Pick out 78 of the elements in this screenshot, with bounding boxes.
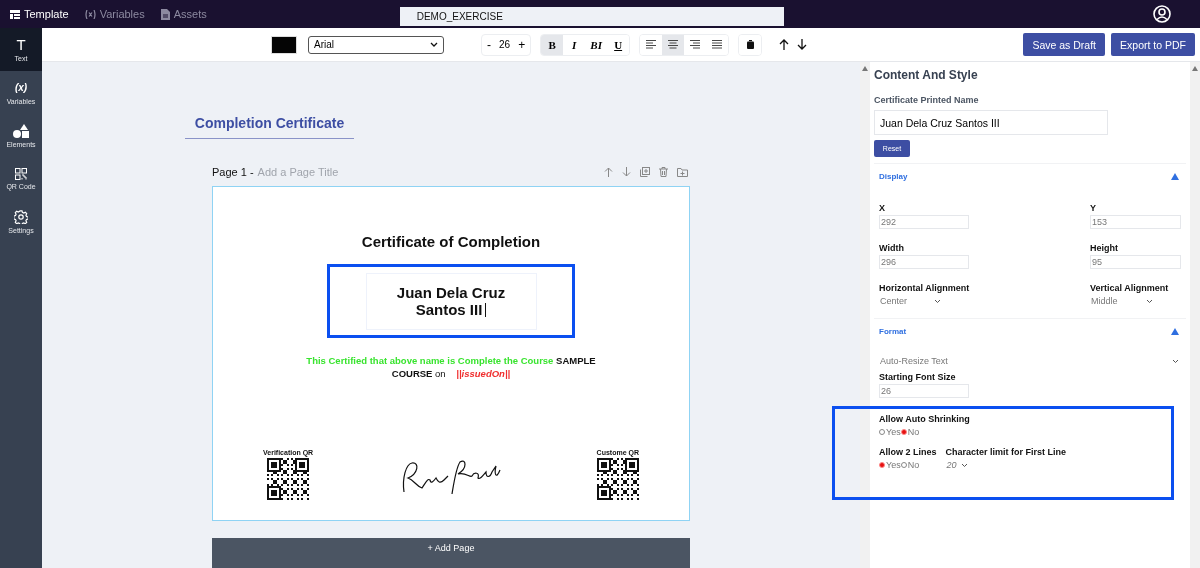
radio-option[interactable]: No (900, 427, 920, 437)
chevron-down-icon (1145, 298, 1153, 304)
duplicate-icon[interactable] (640, 167, 650, 177)
field-label: Vertical Alignment (1090, 283, 1169, 293)
shapes-icon (13, 123, 29, 138)
align-icon (712, 40, 723, 49)
nav-tab[interactable]: Variables (82, 6, 147, 22)
name-text-box[interactable]: Juan Dela Cruz Santos III (365, 272, 537, 330)
chevron-down-icon (960, 462, 968, 468)
decrease-button[interactable]: - (487, 37, 491, 52)
qr-code (596, 458, 639, 501)
layout-icon (10, 9, 20, 19)
align-icon (646, 40, 657, 49)
select-field[interactable]: Auto-Resize Text (879, 356, 1179, 366)
input-field[interactable]: 292 (879, 215, 969, 229)
increase-button[interactable]: + (518, 37, 526, 52)
arrow-down-icon[interactable] (797, 39, 808, 50)
input-field[interactable]: 26 (879, 384, 969, 398)
chevron-down-icon (430, 42, 438, 47)
delete-icon[interactable] (659, 167, 668, 177)
user-avatar-icon[interactable] (1153, 5, 1171, 23)
trash-icon (746, 40, 754, 49)
file-icon (160, 8, 170, 20)
collapse-icon[interactable] (1171, 173, 1179, 180)
scrollbar[interactable] (1190, 62, 1200, 568)
align-button[interactable] (662, 34, 685, 55)
template-title: Completion Certificate (185, 115, 354, 139)
input-field[interactable]: 296 (879, 255, 969, 269)
align-icon (668, 40, 679, 49)
settings-icon (14, 209, 28, 224)
input-field[interactable]: 95 (1090, 255, 1181, 269)
field-label: Height (1090, 243, 1118, 253)
section-title[interactable]: Format (879, 327, 907, 336)
certificate-heading: Certificate of Completion (361, 233, 541, 250)
field-label: Certificate Printed Name (874, 95, 980, 105)
scroll-up-icon[interactable] (1192, 66, 1198, 71)
panel-title: Content And Style (874, 68, 979, 82)
qr-code (267, 458, 310, 501)
nav-tab[interactable]: Template (8, 6, 71, 22)
field-label: Horizontal Alignment (879, 283, 971, 293)
radio-option[interactable]: Yes (879, 427, 901, 437)
section-title[interactable]: Display (879, 172, 908, 181)
radio-option[interactable]: Yes (879, 460, 901, 470)
radio-option[interactable]: No (900, 460, 920, 470)
field-label: X (879, 203, 886, 213)
field-label: Width (879, 243, 905, 253)
input-field[interactable]: 153 (1090, 215, 1181, 229)
align-icon (690, 40, 701, 49)
nav-tab[interactable]: Assets (158, 6, 209, 22)
input-field[interactable]: Juan Dela Cruz Santos III (874, 110, 1108, 135)
field-label: Character limit for First Line (945, 447, 1067, 457)
collapse-icon[interactable] (1171, 328, 1179, 335)
chevron-down-icon (1172, 358, 1179, 364)
chevron-down-icon (934, 298, 941, 304)
scroll-up-icon[interactable] (862, 66, 868, 71)
page-label: Page 1 - (212, 166, 254, 178)
field-label: Allow Auto Shrinking (879, 414, 971, 424)
scrollbar[interactable] (860, 62, 870, 568)
color-swatch[interactable] (271, 35, 297, 54)
select-field[interactable]: Center (879, 296, 1090, 306)
action-button[interactable]: Export to PDF (1111, 33, 1195, 56)
field-label: Starting Font Size (879, 372, 957, 382)
action-button[interactable]: Save as Draft (1023, 33, 1106, 56)
field-label: Allow 2 Lines (879, 447, 937, 457)
text-style-button[interactable]: B (541, 34, 564, 55)
folder-add-icon[interactable] (677, 167, 688, 177)
qr-code-icon (15, 167, 27, 180)
document-name-field[interactable]: DEMO_EXERCISE (399, 6, 784, 26)
certificate-body-text: This Certified that above name is Complete the Course SAMPLE COURSE on ||issuedOn|| (305, 354, 597, 380)
variable-icon (84, 9, 96, 19)
select-field[interactable]: 20 (945, 460, 1067, 470)
arrow-up-icon[interactable] (779, 39, 790, 50)
field-label: Y (1090, 203, 1096, 213)
font-select[interactable]: Arial (308, 35, 444, 54)
trash-button[interactable] (739, 34, 762, 55)
add-page-button[interactable]: + Add Page (212, 538, 690, 568)
select-field[interactable]: Middle (1090, 296, 1153, 306)
font-size-value: 26 (499, 39, 511, 50)
